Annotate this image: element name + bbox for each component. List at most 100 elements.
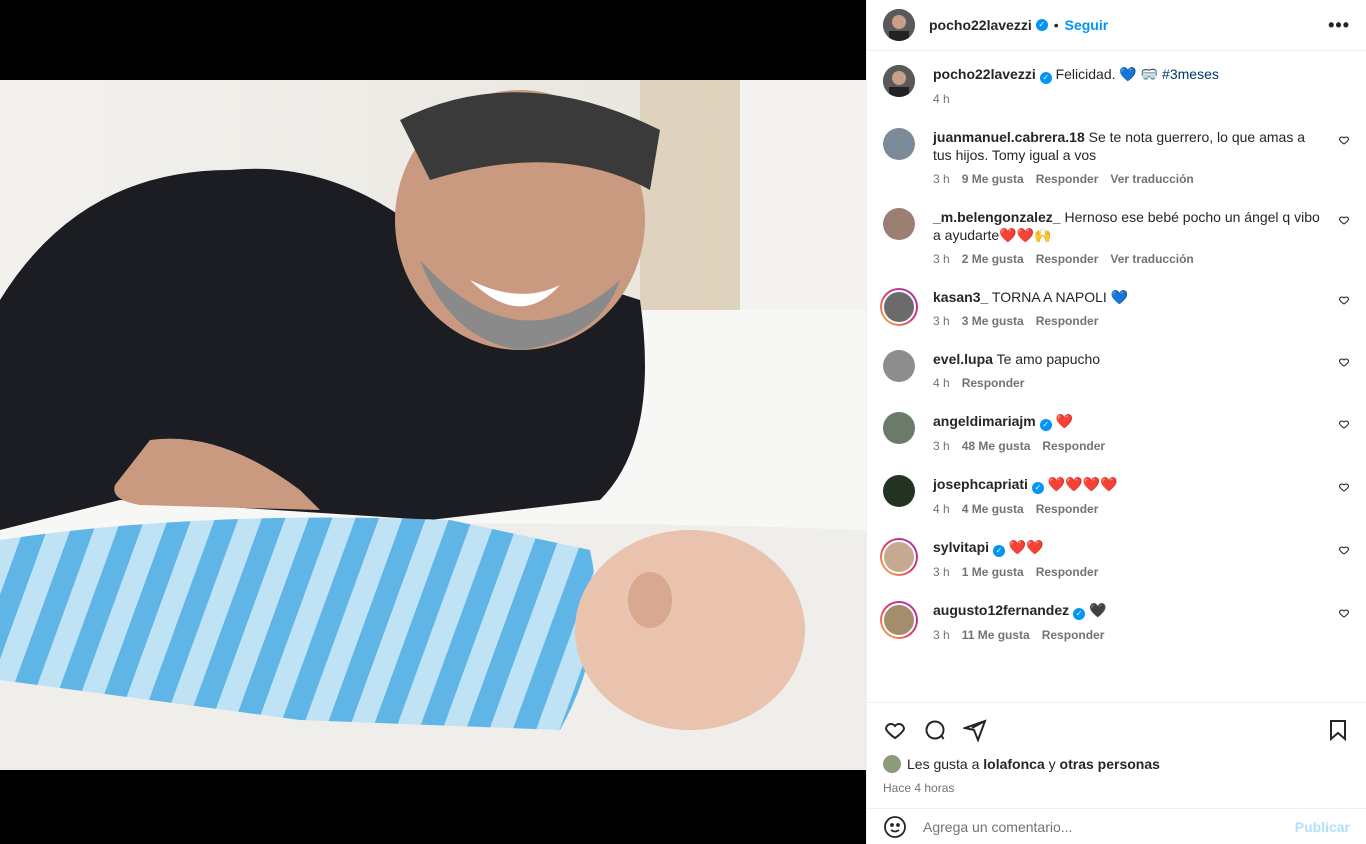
author-avatar[interactable]	[883, 9, 915, 41]
reply-button[interactable]: Responder	[962, 376, 1025, 390]
translate-button[interactable]: Ver traducción	[1110, 252, 1193, 266]
commenter-avatar[interactable]	[882, 290, 916, 324]
commenter-username[interactable]: kasan3_	[933, 289, 988, 305]
post-time: Hace 4 horas	[883, 781, 955, 795]
commenter-avatar[interactable]	[883, 412, 915, 444]
reply-button[interactable]: Responder	[1042, 439, 1105, 453]
comment-like-heart-icon[interactable]	[1338, 418, 1350, 430]
add-comment-bar: Publicar	[867, 808, 1366, 844]
caption-time: 4 h	[933, 92, 950, 106]
post-side-panel: pocho22lavezzi ✓ • Seguir ••• pocho22lav…	[866, 0, 1366, 844]
comment-row: sylvitapi ✓ ❤️❤️ 3 h 1 Me gusta Responder	[880, 538, 1350, 579]
author-avatar[interactable]	[883, 65, 915, 97]
comment-row: augusto12fernandez ✓ 🖤 3 h 11 Me gusta Respo…	[880, 601, 1350, 642]
liker-username[interactable]: lolafonca	[983, 756, 1044, 772]
comment-input[interactable]	[923, 818, 1295, 835]
reply-button[interactable]: Responder	[1036, 314, 1099, 328]
comment-like-heart-icon[interactable]	[1338, 544, 1350, 556]
comment-likes[interactable]: 2 Me gusta	[962, 252, 1024, 266]
post-photo[interactable]	[0, 80, 866, 770]
comment-row: josephcapriati ✓ ❤️❤️❤️❤️ 4 h 4 Me gusta Res…	[883, 475, 1350, 516]
commenter-avatar[interactable]	[883, 208, 915, 240]
verified-badge-icon: ✓	[1039, 72, 1052, 84]
likes-prefix: Les gusta a	[907, 756, 980, 772]
comment-like-heart-icon[interactable]	[1338, 607, 1350, 619]
commenter-avatar[interactable]	[882, 603, 916, 637]
photo-illustration	[0, 80, 866, 770]
comment-likes[interactable]: 9 Me gusta	[962, 172, 1024, 186]
likes-connector: y	[1048, 756, 1056, 772]
commenter-username[interactable]: _m.belengonzalez_	[933, 209, 1061, 225]
caption-username[interactable]: pocho22lavezzi	[933, 66, 1036, 82]
commenter-avatar[interactable]	[883, 350, 915, 382]
reply-button[interactable]: Responder	[1042, 628, 1105, 642]
comment-text: ❤️❤️	[1008, 539, 1044, 555]
follow-button[interactable]: Seguir	[1065, 17, 1109, 33]
commenter-avatar[interactable]	[882, 540, 916, 574]
comment-row: _m.belengonzalez_ Hernoso ese bebé pocho…	[883, 208, 1350, 266]
comment-time: 3 h	[933, 314, 950, 328]
liker-avatar[interactable]	[883, 755, 901, 773]
comment-likes[interactable]: 11 Me gusta	[962, 628, 1030, 642]
publish-button[interactable]: Publicar	[1295, 819, 1350, 835]
separator-dot: •	[1053, 17, 1059, 33]
comment-time: 4 h	[933, 376, 950, 390]
comment-like-heart-icon[interactable]	[1338, 481, 1350, 493]
reply-button[interactable]: Responder	[1036, 172, 1099, 186]
comment-like-heart-icon[interactable]	[1338, 134, 1350, 146]
comment-row: juanmanuel.cabrera.18 Se te nota guerrer…	[883, 128, 1350, 186]
commenter-username[interactable]: juanmanuel.cabrera.18	[933, 129, 1085, 145]
post-actions: Les gusta a lolafonca y otras personas H…	[867, 702, 1366, 808]
comment-likes[interactable]: 1 Me gusta	[962, 565, 1024, 579]
likes-summary: Les gusta a lolafonca y otras personas	[883, 755, 1350, 773]
commenter-username[interactable]: josephcapriati	[933, 476, 1028, 492]
more-options-icon[interactable]: •••	[1328, 15, 1350, 36]
comment-text: Te amo papucho	[996, 351, 1101, 367]
verified-badge-icon: ✓	[1039, 419, 1052, 431]
commenter-username[interactable]: evel.lupa	[933, 351, 993, 367]
reply-button[interactable]: Responder	[1036, 502, 1099, 516]
author-username[interactable]: pocho22lavezzi	[929, 17, 1032, 33]
emoji-icon[interactable]	[883, 815, 907, 839]
comment-text: 🖤	[1089, 602, 1107, 618]
verified-badge-icon: ✓	[993, 545, 1006, 557]
comment-time: 3 h	[933, 565, 950, 579]
comment-likes[interactable]: 4 Me gusta	[962, 502, 1024, 516]
comment-time: 3 h	[933, 628, 950, 642]
reply-button[interactable]: Responder	[1036, 252, 1099, 266]
save-bookmark-icon[interactable]	[1326, 718, 1350, 742]
post-media	[0, 0, 866, 844]
comment-likes[interactable]: 3 Me gusta	[962, 314, 1024, 328]
comment-time: 3 h	[933, 252, 950, 266]
comment-like-heart-icon[interactable]	[1338, 294, 1350, 306]
comments-list[interactable]: pocho22lavezzi ✓ Felicidad. 💙 🥽 #3meses 4…	[867, 51, 1366, 702]
comment-text: ❤️❤️❤️❤️	[1047, 476, 1118, 492]
share-icon[interactable]	[963, 718, 987, 742]
comment-like-heart-icon[interactable]	[1338, 214, 1350, 226]
commenter-avatar[interactable]	[883, 475, 915, 507]
caption-hashtag[interactable]: #3meses	[1162, 66, 1219, 82]
comment-icon[interactable]	[923, 718, 947, 742]
comment-text: TORNA A NAPOLI 💙	[991, 289, 1129, 305]
comment-time: 3 h	[933, 439, 950, 453]
comment-row: angeldimariajm ✓ ❤️ 3 h 48 Me gusta Responde…	[883, 412, 1350, 453]
comment-row: kasan3_ TORNA A NAPOLI 💙 3 h 3 Me gusta Res…	[880, 288, 1350, 328]
verified-badge-icon: ✓	[1073, 608, 1086, 620]
comment-likes[interactable]: 48 Me gusta	[962, 439, 1031, 453]
like-heart-icon[interactable]	[883, 718, 907, 742]
commenter-username[interactable]: sylvitapi	[933, 539, 989, 555]
commenter-avatar[interactable]	[883, 128, 915, 160]
comments-container: juanmanuel.cabrera.18 Se te nota guerrer…	[880, 128, 1350, 642]
verified-badge-icon: ✓	[1031, 482, 1044, 494]
reply-button[interactable]: Responder	[1036, 565, 1099, 579]
commenter-username[interactable]: augusto12fernandez	[933, 602, 1069, 618]
comment-row: evel.lupa Te amo papucho 4 h Responder	[883, 350, 1350, 390]
comment-text: ❤️	[1055, 413, 1074, 429]
verified-badge-icon: ✓	[1035, 19, 1048, 31]
commenter-username[interactable]: angeldimariajm	[933, 413, 1036, 429]
comment-time: 3 h	[933, 172, 950, 186]
comment-like-heart-icon[interactable]	[1338, 356, 1350, 368]
translate-button[interactable]: Ver traducción	[1110, 172, 1193, 186]
likes-others-link[interactable]: otras personas	[1060, 756, 1160, 772]
post-header: pocho22lavezzi ✓ • Seguir •••	[867, 0, 1366, 51]
